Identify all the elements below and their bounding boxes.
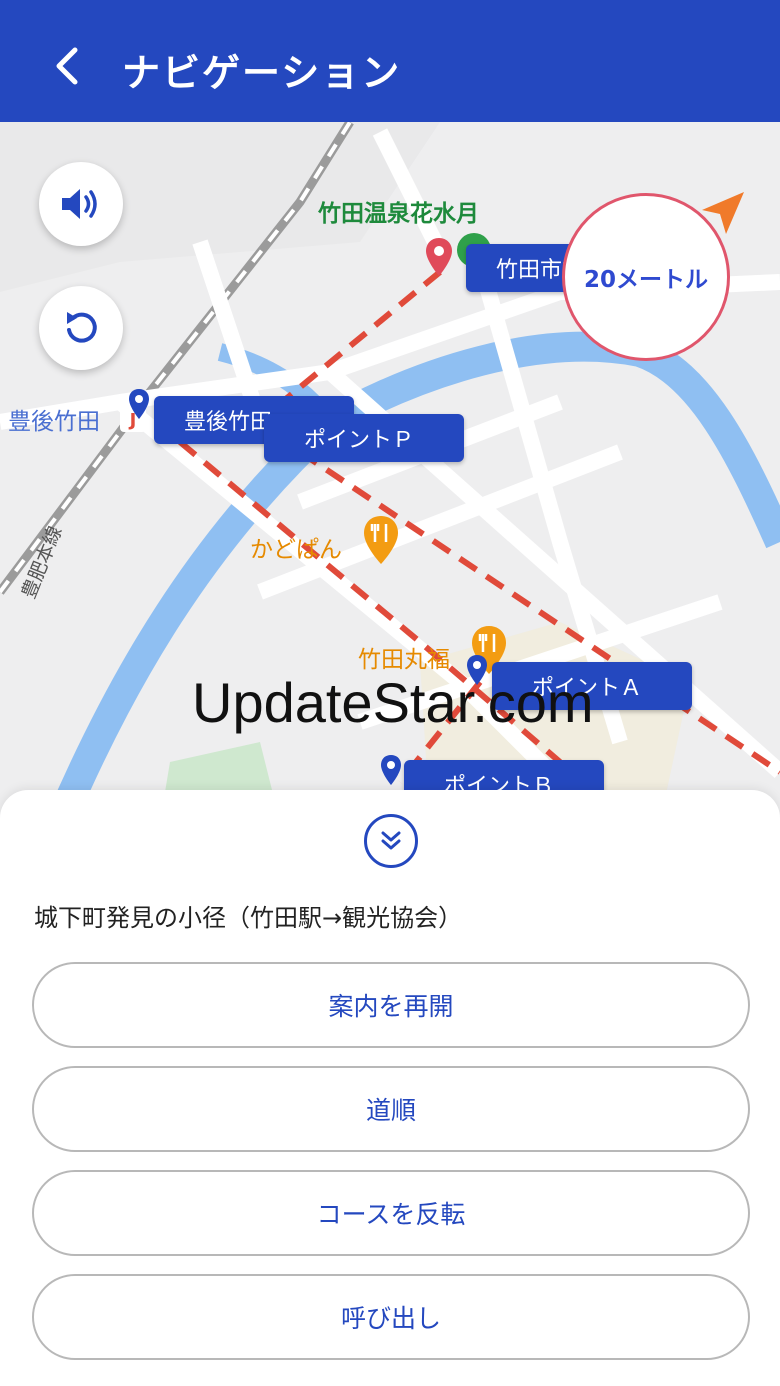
chevron-left-icon	[56, 47, 78, 85]
page-title: ナビゲーション	[122, 51, 402, 95]
station-label: 豊後竹田	[8, 409, 100, 435]
call-button[interactable]: 呼び出し	[32, 1274, 750, 1360]
bottom-sheet: 城下町発見の小径（竹田駅→観光協会） 案内を再開 道順 コースを反転 呼び出し	[0, 790, 780, 1386]
back-button[interactable]	[38, 36, 94, 96]
double-chevron-down-icon	[381, 831, 401, 850]
collapse-button[interactable]	[364, 814, 418, 868]
location-pin-icon[interactable]	[424, 236, 454, 280]
route-title: 城下町発見の小径（竹田駅→観光協会）	[34, 904, 463, 932]
reset-button[interactable]	[39, 286, 123, 370]
poi-restaurant-label: 竹田丸福	[358, 647, 450, 673]
chip-point-p[interactable]: ポイントＰ	[264, 414, 464, 462]
poi-hotel-label: 竹田温泉花水月	[318, 201, 479, 227]
distance-text: 20メートル	[583, 267, 708, 293]
speaker-icon	[62, 189, 97, 219]
poi-cafe-label: かどぱん	[250, 537, 342, 563]
watermark: UpdateStar.com	[192, 671, 594, 734]
resume-guidance-button[interactable]: 案内を再開	[32, 962, 750, 1048]
point-pin-icon[interactable]	[128, 388, 150, 420]
directions-button[interactable]: 道順	[32, 1066, 750, 1152]
distance-indicator: 20メートル	[562, 193, 730, 361]
chip-city-hall[interactable]: 竹田市役	[466, 244, 576, 292]
app-bar: ナビゲーション	[0, 0, 780, 122]
rotate-icon	[67, 312, 97, 343]
sound-button[interactable]	[39, 162, 123, 246]
restaurant-poi-icon[interactable]	[362, 514, 400, 566]
point-b-pin-icon[interactable]	[380, 754, 402, 786]
reverse-course-button[interactable]: コースを反転	[32, 1170, 750, 1256]
